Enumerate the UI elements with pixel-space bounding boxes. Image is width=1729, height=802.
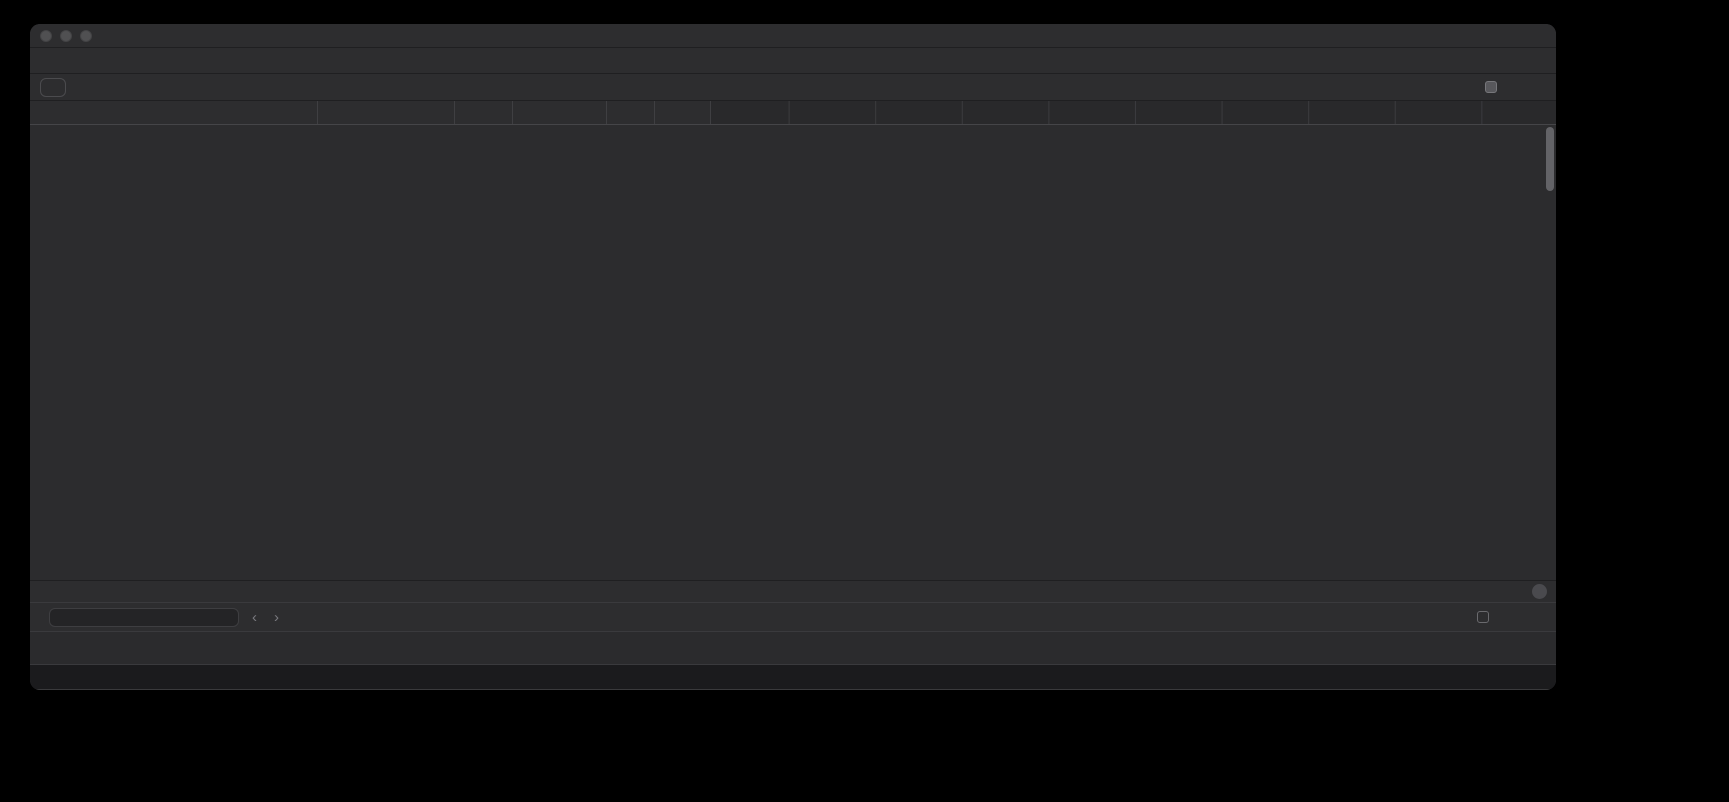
help-button[interactable] xyxy=(1532,584,1547,599)
back-button[interactable]: ‹ xyxy=(248,610,261,625)
request-rows xyxy=(30,125,1556,580)
checkbox-icon xyxy=(1485,81,1497,93)
inspector-window: ‹ › xyxy=(30,24,1556,690)
emulate-gesture-checkbox[interactable] xyxy=(1477,611,1494,623)
column-header-nom[interactable] xyxy=(30,101,318,124)
toolbar-right-icons xyxy=(1532,48,1556,73)
console-search-field[interactable] xyxy=(49,608,239,627)
network-table xyxy=(30,101,1556,580)
forward-button[interactable]: › xyxy=(270,610,283,625)
main-tabs xyxy=(54,48,1532,73)
disable-caches-checkbox[interactable] xyxy=(1485,81,1502,93)
zoom-button[interactable] xyxy=(80,30,92,42)
dock-controls xyxy=(30,48,54,73)
console-cleared-message xyxy=(30,631,1556,665)
titlebar[interactable] xyxy=(30,24,1556,48)
column-header-type[interactable] xyxy=(455,101,513,124)
minimize-button[interactable] xyxy=(60,30,72,42)
url-filter-input[interactable] xyxy=(40,78,66,97)
table-header xyxy=(30,101,1556,125)
column-header-taille[interactable] xyxy=(607,101,655,124)
network-status-bar xyxy=(30,580,1556,602)
main-toolbar xyxy=(30,48,1556,74)
scrollbar-thumb[interactable] xyxy=(1546,127,1554,191)
traffic-lights xyxy=(30,30,92,42)
table-scrollbar[interactable] xyxy=(1546,127,1554,576)
close-button[interactable] xyxy=(40,30,52,42)
checkbox-icon xyxy=(1477,611,1489,623)
column-header-initiateur[interactable] xyxy=(513,101,607,124)
timeline-header xyxy=(711,101,1556,124)
network-filter-bar xyxy=(30,74,1556,101)
console-toolbar: ‹ › xyxy=(30,602,1556,631)
column-header-duree[interactable] xyxy=(655,101,711,124)
column-header-domaine[interactable] xyxy=(318,101,455,124)
console-prompt[interactable] xyxy=(30,665,1556,689)
